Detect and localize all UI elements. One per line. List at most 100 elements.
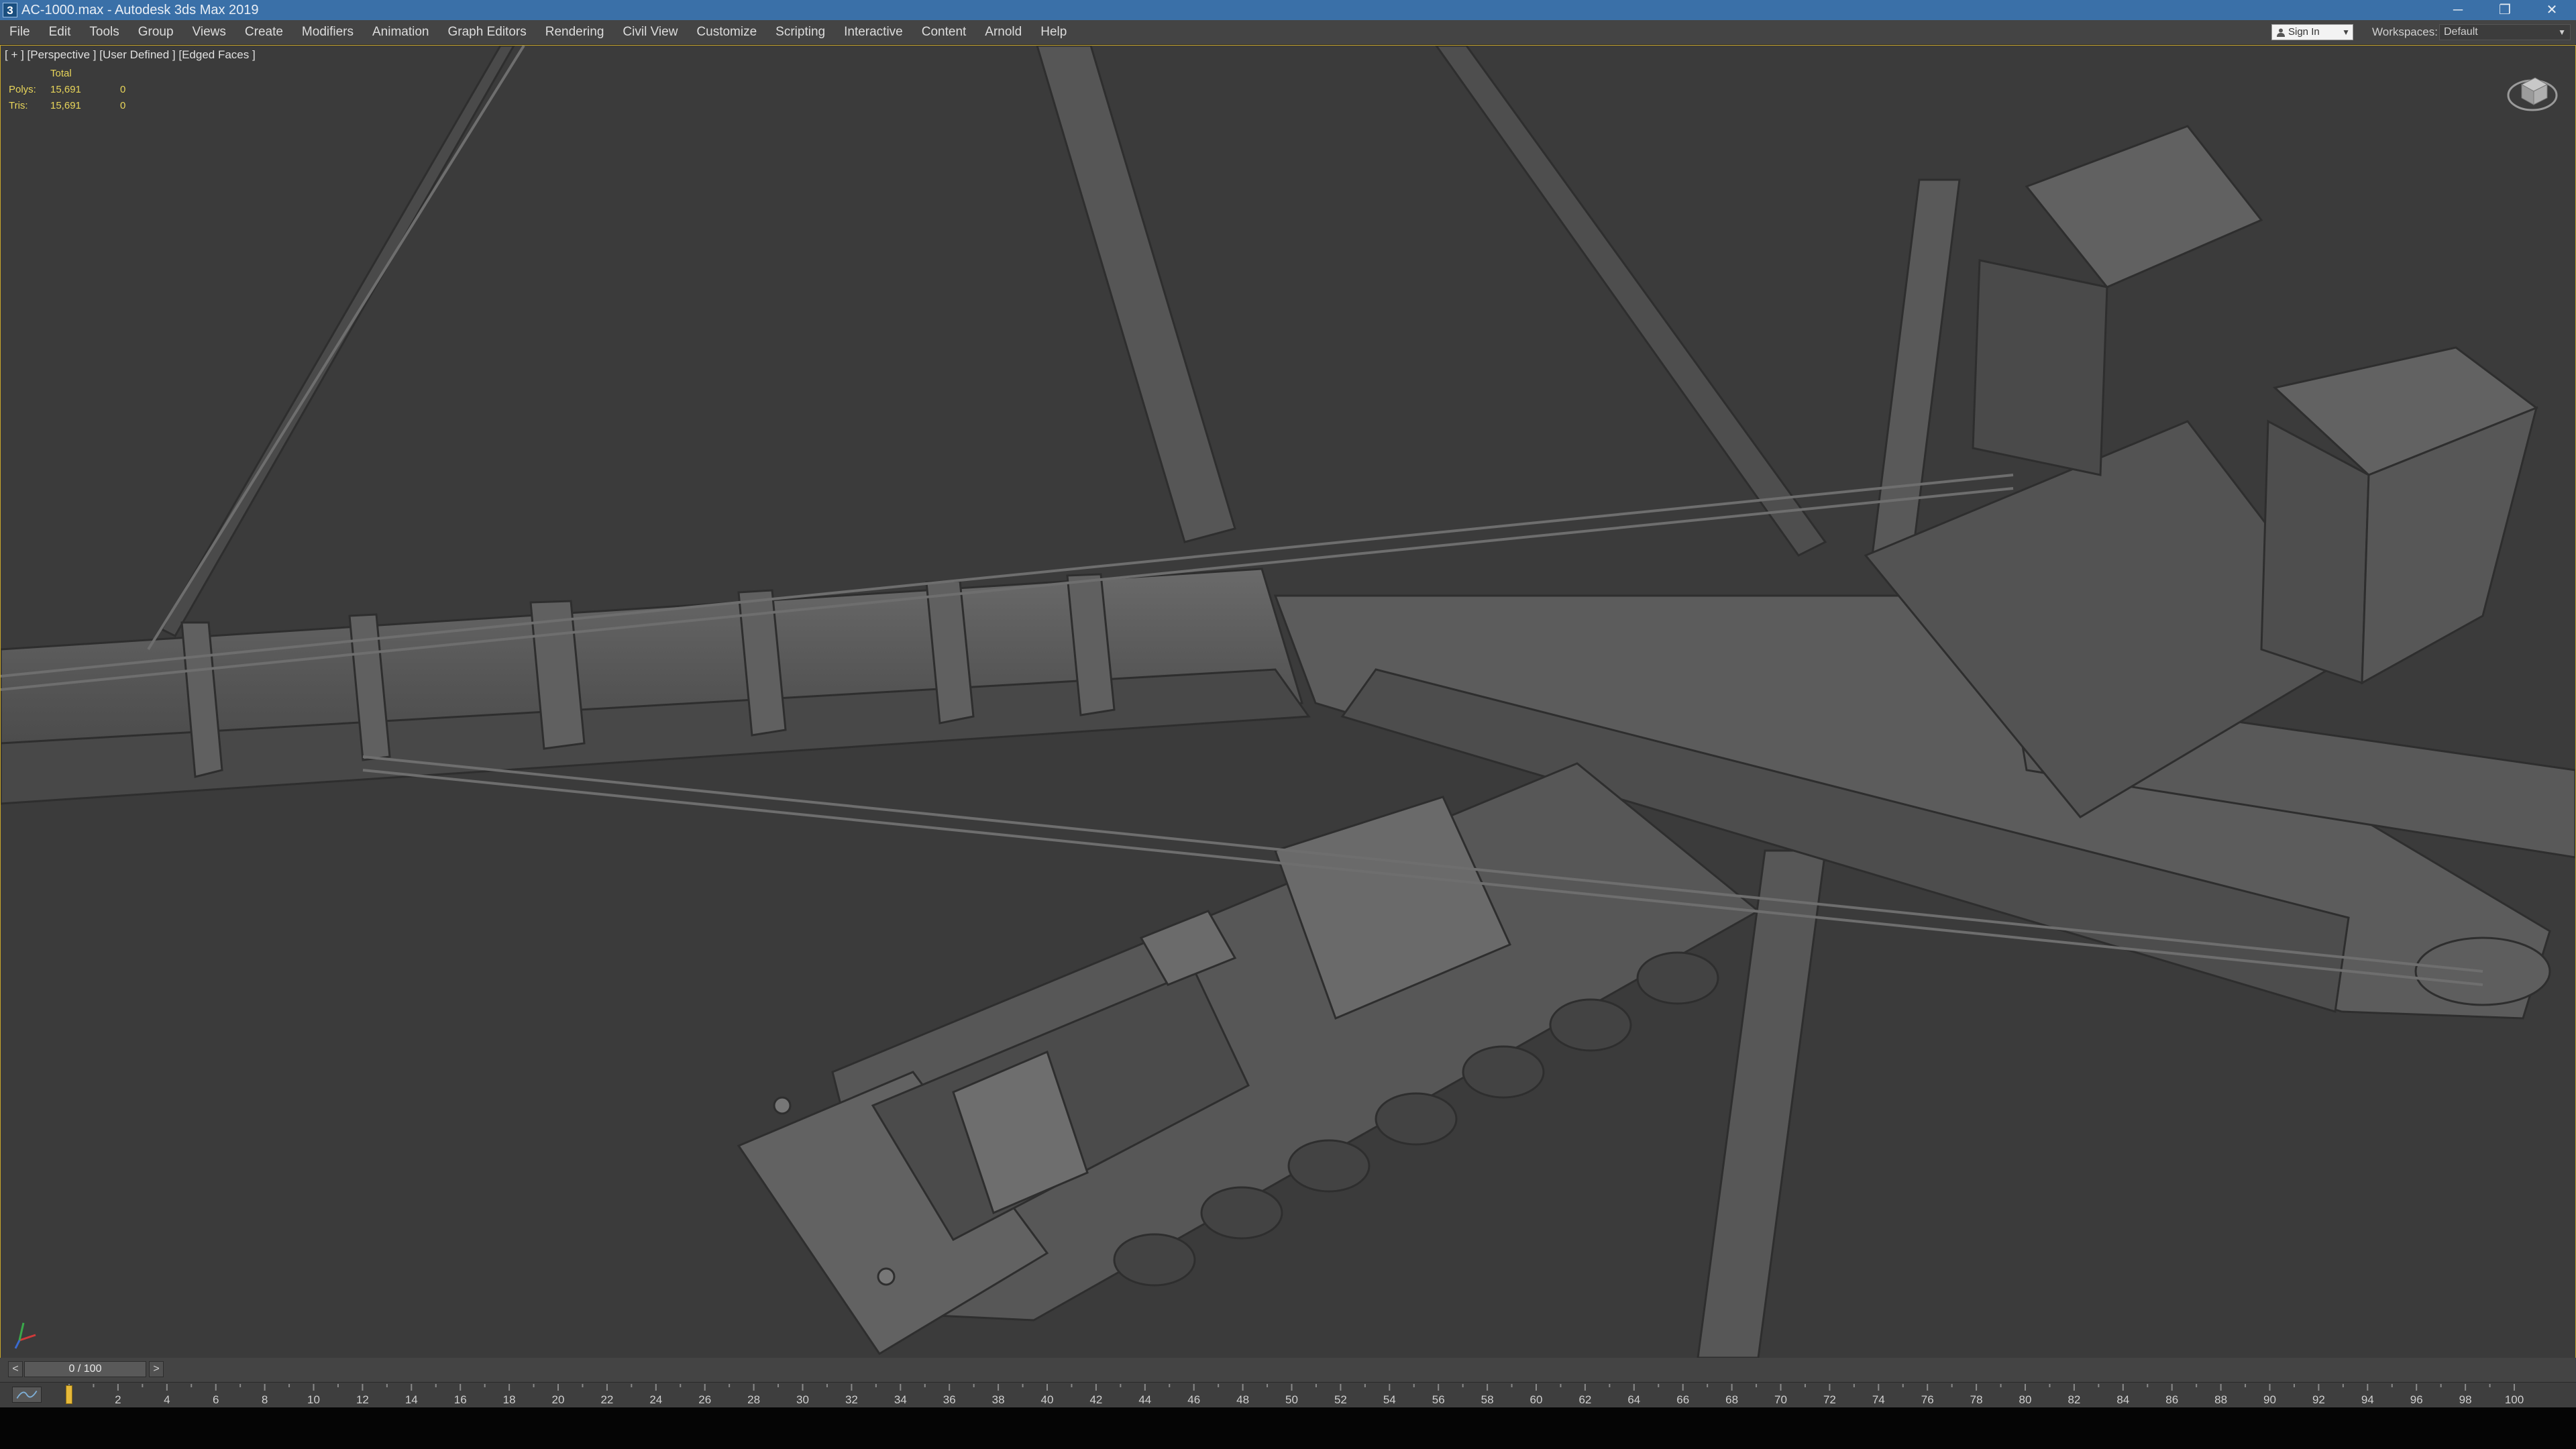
menu-animation[interactable]: Animation xyxy=(363,20,439,44)
ruler-tick-label: 78 xyxy=(1970,1393,1983,1406)
restore-button[interactable]: ❐ xyxy=(2485,0,2525,20)
stats-label: Polys: xyxy=(9,84,36,95)
ruler-tick-label: 94 xyxy=(2361,1393,2374,1406)
ruler-tick-label: 20 xyxy=(552,1393,565,1406)
workspaces-label: Workspaces: xyxy=(2372,25,2438,38)
frame-ruler: 0246810121416182022242628303234363840424… xyxy=(66,1384,2524,1406)
ruler-tick-label: 30 xyxy=(796,1393,809,1406)
menu-views[interactable]: Views xyxy=(183,20,235,44)
ruler-tick-label: 26 xyxy=(698,1393,711,1406)
menu-help[interactable]: Help xyxy=(1031,20,1076,44)
ruler-tick-label: 92 xyxy=(2312,1393,2325,1406)
ruler-tick-label: 84 xyxy=(2116,1393,2129,1406)
ruler-tick-label: 76 xyxy=(1921,1393,1934,1406)
menu-content[interactable]: Content xyxy=(912,20,976,44)
ruler-tick-label: 16 xyxy=(454,1393,467,1406)
ruler-tick-label: 44 xyxy=(1138,1393,1151,1406)
ruler-tick-label: 64 xyxy=(1627,1393,1640,1406)
ruler-tick-label: 98 xyxy=(2459,1393,2472,1406)
ruler-tick-label: 56 xyxy=(1432,1393,1445,1406)
stats-total: 15,691 xyxy=(50,100,81,111)
sign-in-label: Sign In xyxy=(2288,26,2320,38)
time-slider-thumb[interactable] xyxy=(66,1385,72,1404)
ruler-tick-label: 22 xyxy=(600,1393,613,1406)
workspace-value: Default xyxy=(2444,26,2478,38)
ruler-tick-label: 100 xyxy=(2505,1393,2524,1406)
ruler-tick-label: 14 xyxy=(405,1393,418,1406)
ruler-tick-label: 66 xyxy=(1676,1393,1689,1406)
next-frame-button[interactable]: > xyxy=(149,1361,164,1377)
ruler-tick-label: 58 xyxy=(1481,1393,1494,1406)
ruler-tick-label: 80 xyxy=(2019,1393,2032,1406)
menu-scripting[interactable]: Scripting xyxy=(766,20,835,44)
time-slider[interactable]: < 0 / 100 > xyxy=(0,1358,2576,1382)
menu-items: File Edit Tools Group Views Create Modifiers An… xyxy=(0,20,1076,44)
axis-tripod-icon xyxy=(14,1322,36,1349)
viewport-label-menu[interactable]: [ + ] [Perspective ] [User Defined ] [Ed… xyxy=(5,48,256,62)
ruler-tick-label: 60 xyxy=(1530,1393,1543,1406)
perspective-viewport[interactable]: [ + ] [Perspective ] [User Defined ] [Ed… xyxy=(0,45,2576,1358)
ruler-tick-label: 52 xyxy=(1334,1393,1347,1406)
ruler-tick-label: 74 xyxy=(1872,1393,1885,1406)
ruler-tick-label: 34 xyxy=(894,1393,907,1406)
ruler-tick-label: 70 xyxy=(1774,1393,1787,1406)
chevron-down-icon: ▼ xyxy=(2342,28,2350,37)
ruler-tick-label: 40 xyxy=(1041,1393,1054,1406)
menu-bar: File Edit Tools Group Views Create Modifiers An… xyxy=(0,20,2576,45)
menu-customize[interactable]: Customize xyxy=(687,20,766,44)
ruler-tick-label: 18 xyxy=(503,1393,516,1406)
ruler-tick-label: 2 xyxy=(115,1393,121,1406)
menu-file[interactable]: File xyxy=(0,20,40,44)
crane-3d-model[interactable] xyxy=(1,46,2575,1358)
menu-interactive[interactable]: Interactive xyxy=(835,20,912,44)
user-icon xyxy=(2277,28,2285,38)
stats-selected: 0 xyxy=(120,100,126,111)
workspace-select[interactable]: Default ▼ xyxy=(2439,24,2571,40)
ruler-tick-label: 12 xyxy=(356,1393,369,1406)
menu-edit[interactable]: Edit xyxy=(40,20,80,44)
ruler-tick-label: 4 xyxy=(164,1393,170,1406)
ruler-tick-label: 32 xyxy=(845,1393,858,1406)
ruler-tick-label: 42 xyxy=(1089,1393,1102,1406)
ruler-tick-label: 36 xyxy=(943,1393,956,1406)
previous-frame-button[interactable]: < xyxy=(8,1361,23,1377)
stats-label: Tris: xyxy=(9,100,28,111)
ruler-tick-label: 8 xyxy=(262,1393,268,1406)
menu-graph-editors[interactable]: Graph Editors xyxy=(439,20,536,44)
stats-total: 15,691 xyxy=(50,84,81,95)
ruler-tick-label: 72 xyxy=(1823,1393,1836,1406)
ruler-tick-label: 28 xyxy=(747,1393,760,1406)
ruler-tick-label: 6 xyxy=(213,1393,219,1406)
ruler-tick-label: 38 xyxy=(992,1393,1005,1406)
ruler-tick-label: 88 xyxy=(2214,1393,2227,1406)
chevron-down-icon: ▼ xyxy=(2558,28,2566,37)
menu-create[interactable]: Create xyxy=(235,20,292,44)
status-area xyxy=(0,1407,2576,1449)
stats-total-header: Total xyxy=(50,68,72,79)
menu-tools[interactable]: Tools xyxy=(80,20,128,44)
menu-rendering[interactable]: Rendering xyxy=(536,20,614,44)
menu-group[interactable]: Group xyxy=(129,20,183,44)
ruler-tick-label: 96 xyxy=(2410,1393,2423,1406)
stats-selected: 0 xyxy=(120,84,126,95)
title-bar: 3 AC-1000.max - Autodesk 3ds Max 2019 ─ … xyxy=(0,0,2576,20)
ruler-tick-label: 54 xyxy=(1383,1393,1396,1406)
menu-civil-view[interactable]: Civil View xyxy=(613,20,687,44)
ruler-tick-label: 86 xyxy=(2165,1393,2178,1406)
ruler-tick-label: 10 xyxy=(307,1393,320,1406)
minimize-button[interactable]: ─ xyxy=(2438,0,2478,20)
menu-modifiers[interactable]: Modifiers xyxy=(292,20,363,44)
viewcube-icon[interactable] xyxy=(2506,64,2559,118)
close-button[interactable]: ✕ xyxy=(2532,0,2572,20)
window-title: AC-1000.max - Autodesk 3ds Max 2019 xyxy=(21,3,259,17)
ruler-tick-label: 90 xyxy=(2263,1393,2276,1406)
frame-counter[interactable]: 0 / 100 xyxy=(24,1361,146,1377)
menu-arnold[interactable]: Arnold xyxy=(975,20,1031,44)
track-bar[interactable]: 0246810121416182022242628303234363840424… xyxy=(0,1382,2576,1407)
sign-in-dropdown[interactable]: Sign In ▼ xyxy=(2271,24,2353,40)
mini-curve-editor-icon[interactable] xyxy=(12,1387,42,1403)
ruler-tick-label: 62 xyxy=(1578,1393,1591,1406)
ruler-tick-label: 82 xyxy=(2068,1393,2080,1406)
app-icon[interactable]: 3 xyxy=(3,3,17,17)
ruler-tick-label: 68 xyxy=(1725,1393,1738,1406)
